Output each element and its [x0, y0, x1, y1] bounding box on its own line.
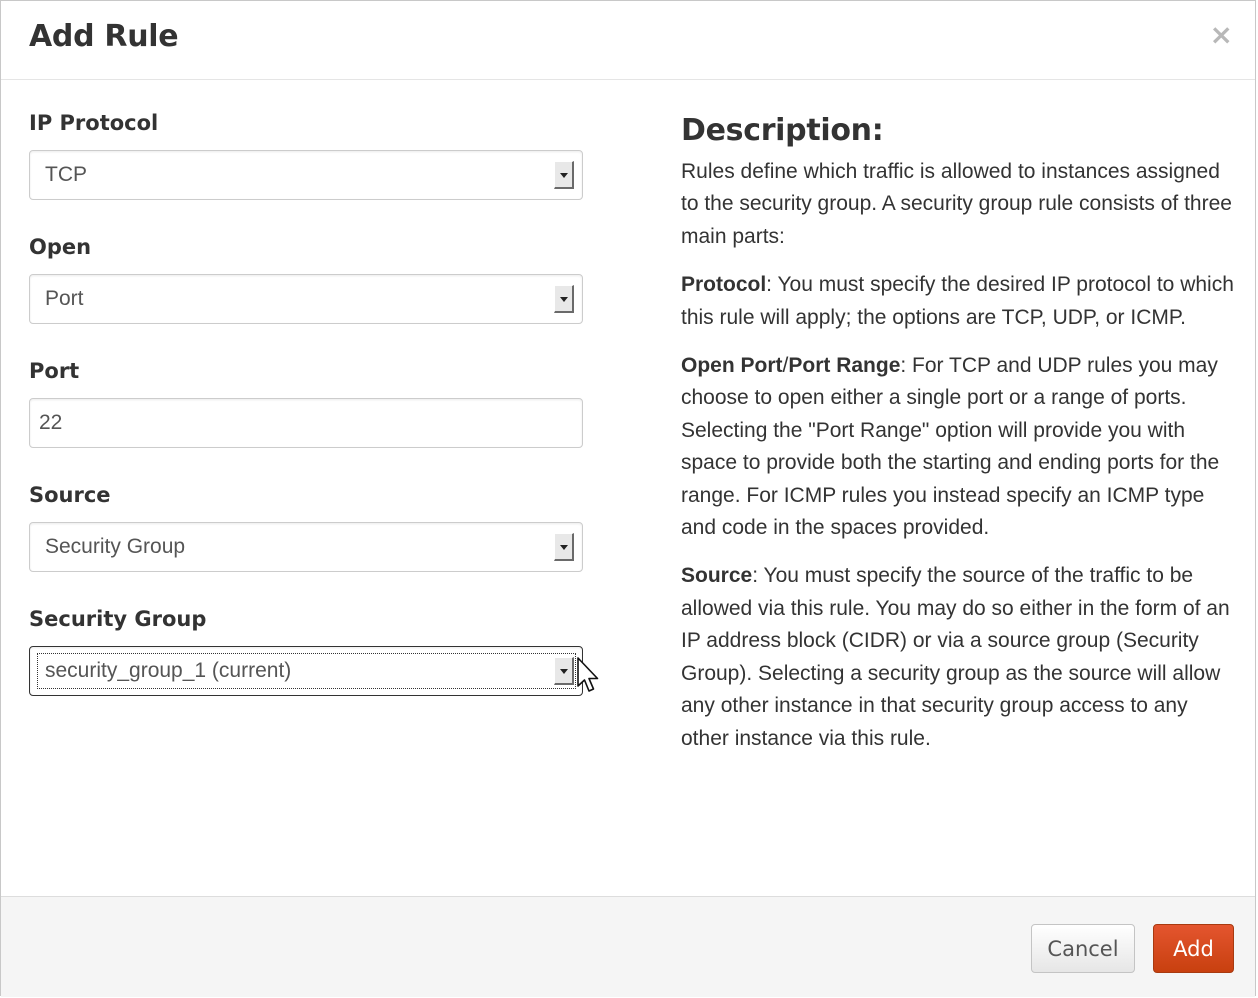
source-select[interactable]: Security Group	[29, 522, 583, 572]
security-group-select[interactable]: security_group_1 (current)	[29, 646, 583, 696]
source-term: Source	[681, 564, 753, 588]
dialog-title: Add Rule	[29, 19, 179, 54]
ip-protocol-value: TCP	[45, 163, 87, 186]
description-protocol: Protocol: You must specify the desired I…	[681, 269, 1241, 334]
chevron-down-icon[interactable]	[554, 657, 574, 685]
protocol-term: Protocol	[681, 273, 767, 297]
source-value: Security Group	[45, 535, 186, 558]
add-rule-dialog: Add Rule × IP Protocol TCP Open Port Por…	[0, 0, 1256, 997]
open-select[interactable]: Port	[29, 274, 583, 324]
port-input[interactable]: 22	[29, 398, 583, 448]
description-panel: Description: Rules define which traffic …	[681, 113, 1241, 771]
description-intro: Rules define which traffic is allowed to…	[681, 160, 1232, 248]
source-text: : You must specify the source of the tra…	[681, 564, 1230, 750]
port-range-text: : For TCP and UDP rules you may choose t…	[681, 354, 1220, 540]
open-value: Port	[45, 287, 84, 310]
mouse-pointer-icon	[576, 656, 600, 698]
dialog-header: Add Rule ×	[1, 1, 1255, 80]
chevron-down-icon[interactable]	[554, 533, 574, 561]
description-source: Source: You must specify the source of t…	[681, 560, 1241, 754]
port-range-term: Port Range	[788, 354, 901, 378]
security-group-value: security_group_1 (current)	[45, 659, 292, 682]
source-label: Source	[29, 483, 111, 507]
dialog-footer: Cancel Add	[1, 896, 1255, 997]
chevron-down-icon[interactable]	[554, 285, 574, 313]
port-value: 22	[39, 411, 63, 434]
description-title: Description:	[681, 113, 884, 148]
close-icon[interactable]: ×	[1210, 21, 1233, 49]
ip-protocol-select[interactable]: TCP	[29, 150, 583, 200]
description-port-range: Open Port/Port Range: For TCP and UDP ru…	[681, 350, 1241, 544]
open-port-term: Open Port	[681, 354, 783, 378]
port-label: Port	[29, 359, 80, 383]
cancel-button[interactable]: Cancel	[1031, 924, 1135, 973]
add-button[interactable]: Add	[1153, 924, 1234, 973]
chevron-down-icon[interactable]	[554, 161, 574, 189]
ip-protocol-label: IP Protocol	[29, 111, 159, 135]
security-group-label: Security Group	[29, 607, 207, 631]
open-label: Open	[29, 235, 92, 259]
